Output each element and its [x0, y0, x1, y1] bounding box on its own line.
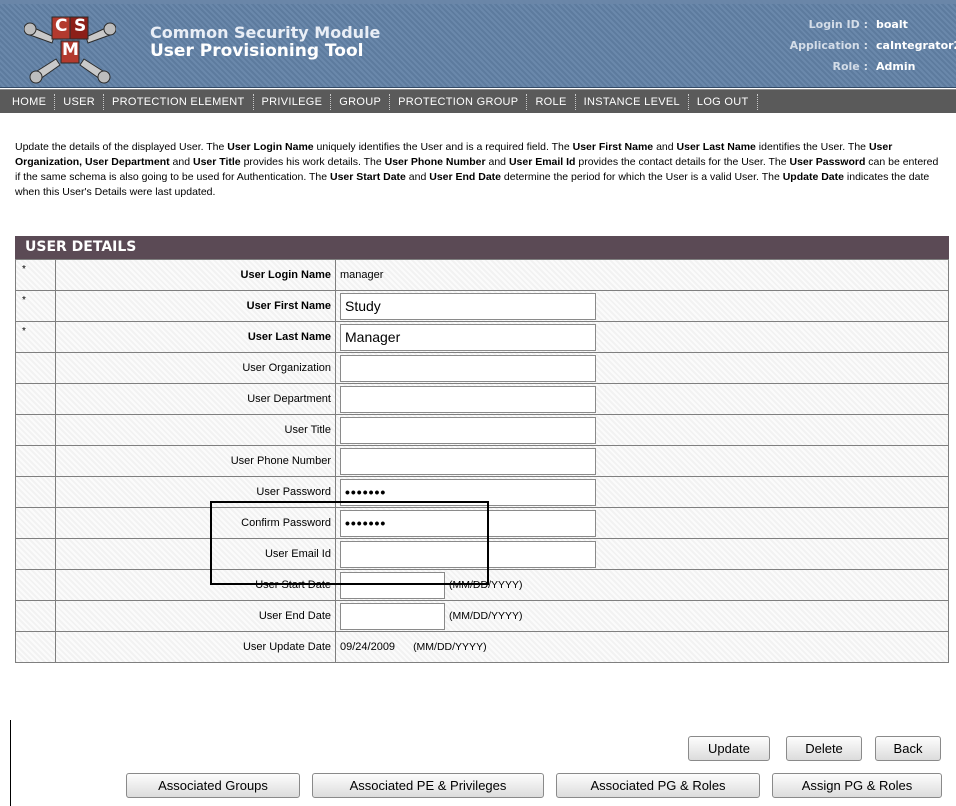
row-first-name: * User First Name Study — [15, 290, 949, 322]
app-title: Common Security Module User Provisioning… — [150, 23, 381, 61]
login-id-value: boalt — [876, 18, 908, 31]
nav-log-out[interactable]: LOG OUT — [689, 93, 758, 110]
application-value: caIntegrator2 — [876, 39, 956, 52]
back-button[interactable]: Back — [875, 736, 941, 761]
row-login-name: * User Login Name manager — [15, 259, 949, 291]
password-highlight-box — [210, 501, 489, 585]
login-name-value: manager — [340, 269, 384, 281]
phone-input[interactable] — [340, 447, 596, 475]
user-details-table: * User Login Name manager * User First N… — [15, 259, 949, 663]
department-label: User Department — [55, 383, 336, 415]
user-details-panel: USER DETAILS * User Login Name manager *… — [15, 236, 949, 663]
nav-privilege[interactable]: PRIVILEGE — [254, 93, 332, 110]
organization-label: User Organization — [55, 352, 336, 384]
department-input[interactable] — [340, 385, 596, 413]
panel-title: USER DETAILS — [15, 236, 949, 259]
row-organization: User Organization — [15, 352, 949, 384]
app-title-line1: Common Security Module — [150, 23, 381, 42]
end-date-input[interactable] — [340, 602, 445, 630]
required-marker: * — [15, 321, 56, 353]
nav-group[interactable]: GROUP — [331, 93, 391, 110]
action-buttons: Update Delete Back Associated Groups Ass… — [0, 730, 956, 806]
login-name-label: User Login Name — [55, 259, 336, 291]
associated-pg-roles-button[interactable]: Associated PG & Roles — [556, 773, 760, 798]
required-marker: * — [15, 259, 56, 291]
update-date-label: User Update Date — [55, 631, 336, 663]
first-name-input[interactable]: Study — [340, 292, 596, 320]
row-last-name: * User Last Name Manager — [15, 321, 949, 353]
app-header: C S M Common Security Module User Provis… — [0, 4, 956, 88]
first-name-label: User First Name — [55, 290, 336, 322]
main-nav: HOME USER PROTECTION ELEMENT PRIVILEGE G… — [0, 89, 956, 113]
csm-logo: C S M — [23, 7, 117, 87]
delete-button[interactable]: Delete — [786, 736, 862, 761]
title-input[interactable] — [340, 416, 596, 444]
user-info: Login ID : boalt Application : caIntegra… — [746, 14, 956, 77]
row-phone: User Phone Number — [15, 445, 949, 477]
row-department: User Department — [15, 383, 949, 415]
title-label: User Title — [55, 414, 336, 446]
nav-role[interactable]: ROLE — [527, 93, 576, 110]
assign-pg-roles-button[interactable]: Assign PG & Roles — [772, 773, 942, 798]
application-label: Application : — [789, 39, 868, 52]
nav-protection-element[interactable]: PROTECTION ELEMENT — [104, 93, 254, 110]
end-date-label: User End Date — [55, 600, 336, 632]
role-value: Admin — [876, 60, 916, 73]
update-date-value: 09/24/2009 — [340, 641, 396, 653]
nav-protection-group[interactable]: PROTECTION GROUP — [390, 93, 528, 110]
intro-text: Update the details of the displayed User… — [15, 141, 939, 198]
associated-pe-privileges-button[interactable]: Associated PE & Privileges — [312, 773, 544, 798]
update-date-format: (MM/DD/YYYY) — [413, 641, 487, 653]
app-title-line2: User Provisioning Tool — [150, 41, 364, 61]
end-date-format: (MM/DD/YYYY) — [449, 609, 523, 622]
logo-letter-s: S — [74, 16, 87, 36]
role-label: Role : — [832, 60, 869, 73]
phone-label: User Phone Number — [55, 445, 336, 477]
nav-user[interactable]: USER — [55, 93, 104, 110]
last-name-input[interactable]: Manager — [340, 323, 596, 351]
nav-home[interactable]: HOME — [4, 93, 56, 110]
update-button[interactable]: Update — [688, 736, 770, 761]
last-name-label: User Last Name — [55, 321, 336, 353]
nav-instance-level[interactable]: INSTANCE LEVEL — [576, 93, 689, 110]
row-title: User Title — [15, 414, 949, 446]
login-id-label: Login ID : — [808, 18, 868, 31]
row-end-date: User End Date (MM/DD/YYYY) — [15, 600, 949, 632]
logo-letter-m: M — [62, 40, 79, 60]
required-marker: * — [15, 290, 56, 322]
organization-input[interactable] — [340, 354, 596, 382]
associated-groups-button[interactable]: Associated Groups — [126, 773, 300, 798]
row-update-date: User Update Date 09/24/2009 (MM/DD/YYYY) — [15, 631, 949, 663]
logo-letter-c: C — [55, 16, 68, 36]
